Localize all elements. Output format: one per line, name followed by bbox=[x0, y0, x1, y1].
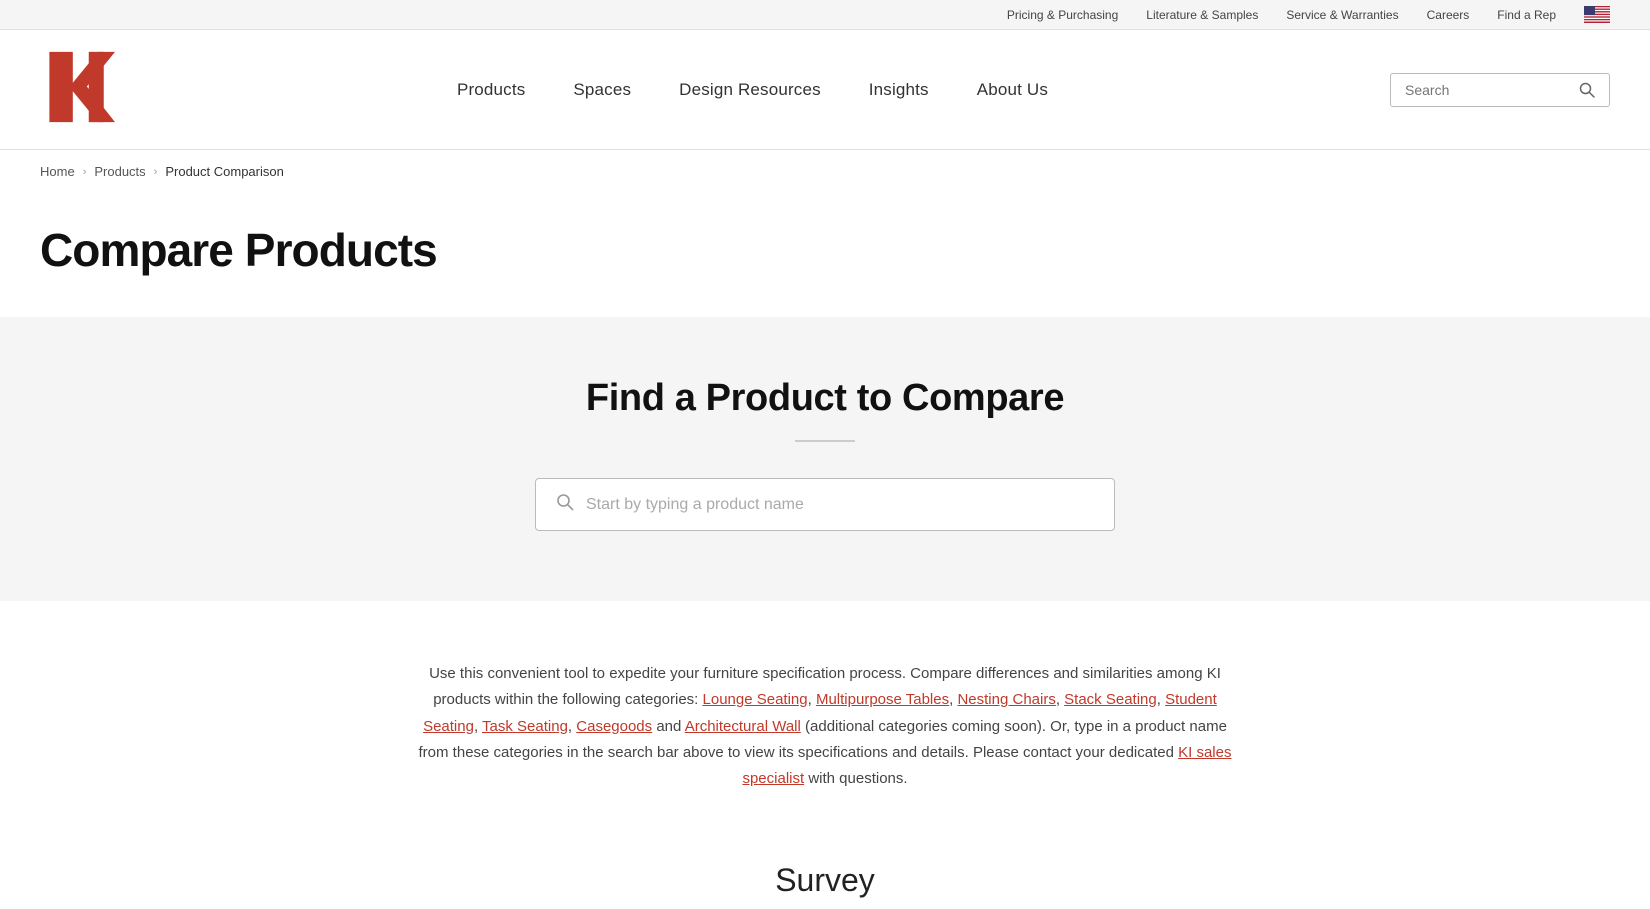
utility-bar: Pricing & Purchasing Literature & Sample… bbox=[0, 0, 1650, 30]
page-title-section: Compare Products bbox=[0, 193, 1650, 317]
compare-heading: Find a Product to Compare bbox=[586, 377, 1064, 420]
literature-samples-link[interactable]: Literature & Samples bbox=[1146, 8, 1258, 22]
breadcrumb-sep-2: › bbox=[154, 166, 158, 178]
breadcrumb-products[interactable]: Products bbox=[94, 164, 145, 179]
nav-spaces[interactable]: Spaces bbox=[573, 80, 631, 100]
description-text: Use this convenient tool to expedite you… bbox=[410, 661, 1240, 792]
desc-comma-5: , bbox=[474, 718, 482, 735]
desc-text-end: with questions. bbox=[804, 770, 907, 787]
main-nav: Products Spaces Design Resources Insight… bbox=[457, 80, 1048, 100]
nav-design-resources[interactable]: Design Resources bbox=[679, 80, 821, 100]
desc-and: and bbox=[652, 718, 685, 735]
multipurpose-tables-link[interactable]: Multipurpose Tables bbox=[816, 691, 949, 708]
header-search-box[interactable] bbox=[1390, 73, 1610, 107]
breadcrumb-home[interactable]: Home bbox=[40, 164, 75, 179]
desc-comma-3: , bbox=[1056, 691, 1064, 708]
stack-seating-link[interactable]: Stack Seating bbox=[1064, 691, 1157, 708]
breadcrumb-sep-1: › bbox=[83, 166, 87, 178]
pricing-purchasing-link[interactable]: Pricing & Purchasing bbox=[1007, 8, 1118, 22]
architectural-wall-link[interactable]: Architectural Wall bbox=[685, 718, 801, 735]
survey-heading: Survey bbox=[775, 862, 875, 899]
desc-comma-4: , bbox=[1157, 691, 1165, 708]
lounge-seating-link[interactable]: Lounge Seating bbox=[703, 691, 808, 708]
page-title: Compare Products bbox=[40, 223, 1610, 277]
header-search-input[interactable] bbox=[1405, 82, 1579, 98]
main-header: Products Spaces Design Resources Insight… bbox=[0, 30, 1650, 150]
nesting-chairs-link[interactable]: Nesting Chairs bbox=[957, 691, 1055, 708]
nav-about-us[interactable]: About Us bbox=[977, 80, 1048, 100]
divider-line bbox=[795, 440, 855, 442]
survey-section: Survey bbox=[0, 842, 1650, 909]
desc-comma-6: , bbox=[568, 718, 576, 735]
nav-products[interactable]: Products bbox=[457, 80, 525, 100]
product-search-bar[interactable] bbox=[535, 478, 1115, 531]
breadcrumb-current: Product Comparison bbox=[165, 164, 284, 179]
description-section: Use this convenient tool to expedite you… bbox=[0, 601, 1650, 842]
find-a-rep-link[interactable]: Find a Rep bbox=[1497, 8, 1556, 22]
header-search-button[interactable] bbox=[1579, 82, 1595, 98]
desc-comma-1: , bbox=[808, 691, 816, 708]
nav-insights[interactable]: Insights bbox=[869, 80, 929, 100]
task-seating-link[interactable]: Task Seating bbox=[482, 718, 568, 735]
casegoods-link[interactable]: Casegoods bbox=[576, 718, 652, 735]
breadcrumb: Home › Products › Product Comparison bbox=[0, 150, 1650, 193]
product-search-input[interactable] bbox=[586, 496, 1094, 514]
logo[interactable] bbox=[40, 47, 115, 132]
flag-icon[interactable] bbox=[1584, 6, 1610, 23]
compare-section: Find a Product to Compare bbox=[0, 317, 1650, 601]
product-search-icon bbox=[556, 493, 574, 516]
careers-link[interactable]: Careers bbox=[1427, 8, 1470, 22]
service-warranties-link[interactable]: Service & Warranties bbox=[1286, 8, 1398, 22]
